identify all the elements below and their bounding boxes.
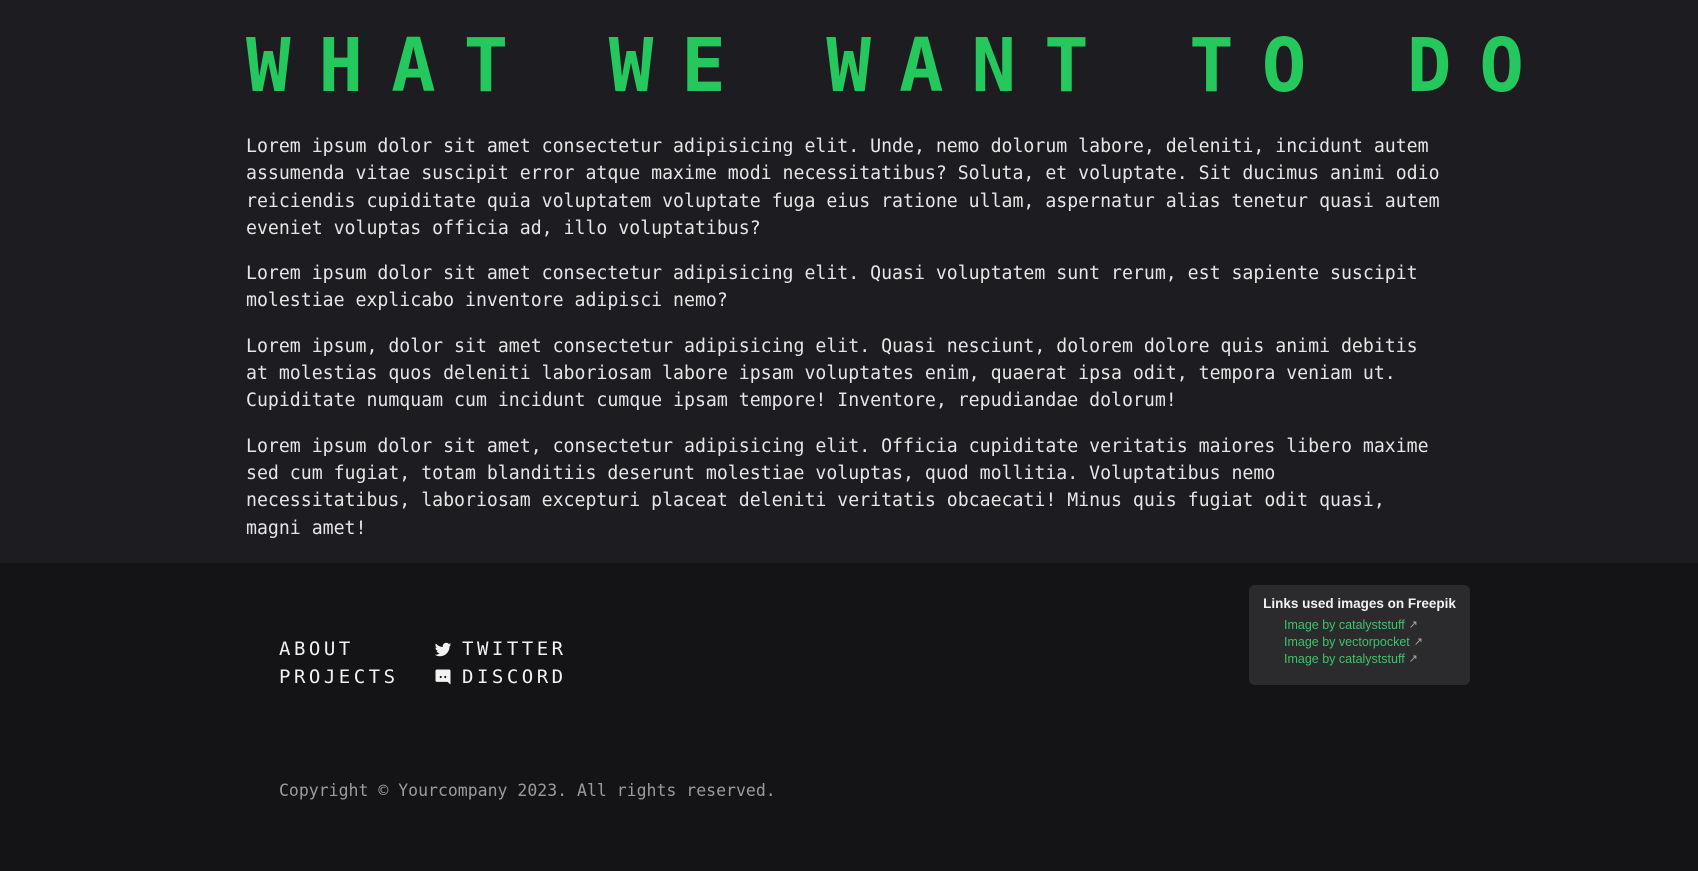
credit-item: Image by catalyststuff ↗ [1284, 651, 1470, 668]
section-body: Lorem ipsum dolor sit amet consectetur a… [246, 133, 1446, 560]
paragraph: Lorem ipsum dolor sit amet, consectetur … [246, 435, 1429, 539]
twitter-label: TWITTER [462, 638, 567, 660]
twitter-icon [434, 641, 452, 659]
credit-link[interactable]: Image by vectorpocket [1284, 634, 1410, 651]
credits-title: Links used images on Freepik [1263, 596, 1456, 611]
credits-list: Image by catalyststuff ↗ Image by vector… [1249, 617, 1470, 668]
external-link-icon: ↗ [1408, 653, 1418, 665]
paragraph: Lorem ipsum, dolor sit amet consectetur … [246, 335, 1418, 412]
external-link-icon: ↗ [1413, 636, 1423, 648]
what-we-want-section: WHAT WE WANT TO DO Lorem ipsum dolor sit… [0, 0, 1698, 563]
external-link-icon: ↗ [1408, 619, 1418, 631]
paragraph: Lorem ipsum dolor sit amet consectetur a… [246, 136, 1440, 239]
section-heading: WHAT WE WANT TO DO [246, 23, 1552, 109]
discord-link[interactable]: DISCORD [434, 664, 567, 692]
credit-link[interactable]: Image by catalyststuff [1284, 617, 1405, 634]
twitter-link[interactable]: TWITTER [434, 636, 567, 664]
footer-nav: ABOUT PROJECTS [279, 636, 399, 691]
social-links: TWITTER DISCORD [434, 636, 567, 691]
copyright-text: Copyright © Yourcompany 2023. All rights… [279, 781, 776, 800]
discord-icon [434, 668, 452, 686]
discord-label: DISCORD [462, 665, 567, 688]
credit-link[interactable]: Image by catalyststuff [1284, 651, 1405, 668]
paragraph: Lorem ipsum dolor sit amet consectetur a… [246, 263, 1418, 312]
footer-link-projects[interactable]: PROJECTS [279, 664, 399, 692]
site-footer: ABOUT PROJECTS TWITTER DISCORD Links use… [0, 563, 1698, 871]
credit-item: Image by catalyststuff ↗ [1284, 617, 1470, 634]
credits-box: Links used images on Freepik Image by ca… [1249, 585, 1470, 685]
credit-item: Image by vectorpocket ↗ [1284, 634, 1470, 651]
footer-link-about[interactable]: ABOUT [279, 636, 399, 664]
